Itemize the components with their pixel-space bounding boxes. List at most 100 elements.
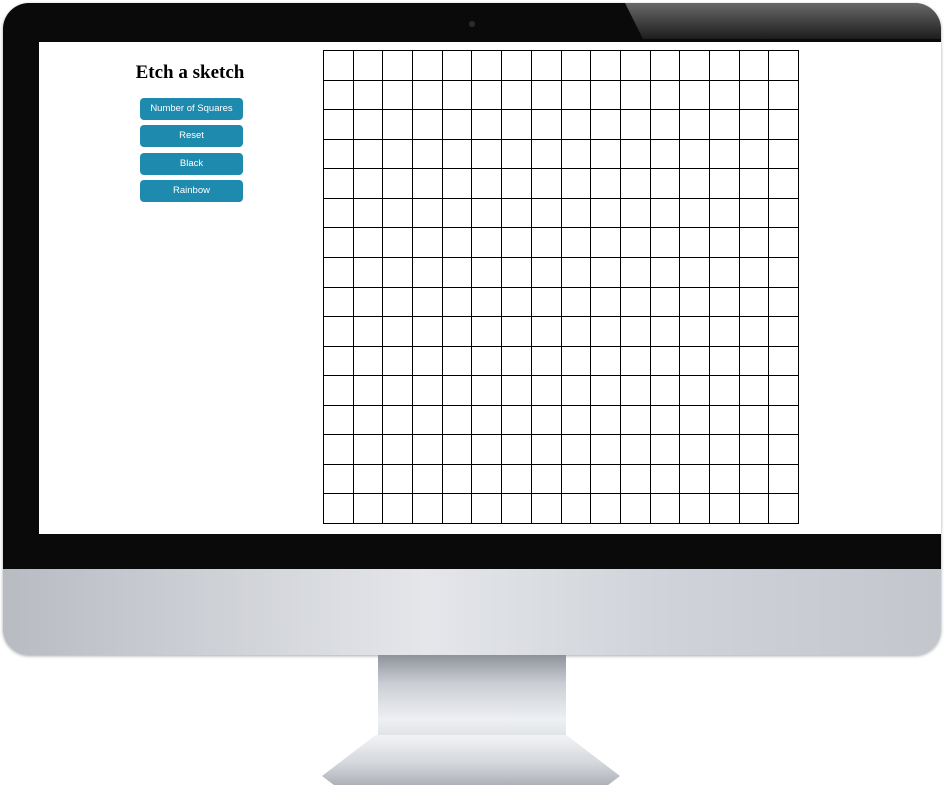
grid-cell[interactable] — [680, 464, 710, 495]
grid-cell[interactable] — [442, 464, 473, 495]
grid-cell[interactable] — [650, 228, 681, 258]
grid-cell[interactable] — [561, 376, 592, 406]
grid-cell[interactable] — [680, 287, 710, 318]
grid-cell[interactable] — [472, 257, 503, 288]
grid-cell[interactable] — [502, 51, 532, 81]
grid-cell[interactable] — [383, 464, 414, 495]
grid-cell[interactable] — [324, 169, 354, 199]
grid-cell[interactable] — [620, 80, 651, 111]
grid-cell[interactable] — [591, 257, 621, 288]
grid-cell[interactable] — [442, 405, 473, 436]
grid-cell[interactable] — [442, 317, 473, 347]
grid-cell[interactable] — [442, 346, 473, 377]
grid-cell[interactable] — [561, 80, 592, 111]
grid-cell[interactable] — [680, 51, 710, 81]
grid-cell[interactable] — [620, 110, 651, 140]
grid-cell[interactable] — [709, 376, 740, 406]
grid-cell[interactable] — [383, 346, 414, 377]
grid-cell[interactable] — [680, 80, 710, 111]
grid-cell[interactable] — [680, 139, 710, 170]
grid-cell[interactable] — [413, 405, 443, 436]
grid-cell[interactable] — [709, 494, 740, 524]
grid-cell[interactable] — [383, 51, 414, 81]
grid-cell[interactable] — [502, 317, 532, 347]
grid-cell[interactable] — [472, 464, 503, 495]
grid-cell[interactable] — [769, 198, 799, 229]
grid-cell[interactable] — [531, 257, 562, 288]
grid-cell[interactable] — [739, 494, 770, 524]
grid-cell[interactable] — [620, 346, 651, 377]
grid-cell[interactable] — [531, 405, 562, 436]
grid-cell[interactable] — [739, 198, 770, 229]
grid-cell[interactable] — [353, 435, 384, 465]
grid-cell[interactable] — [531, 80, 562, 111]
grid-cell[interactable] — [472, 228, 503, 258]
grid-cell[interactable] — [531, 169, 562, 199]
grid-cell[interactable] — [561, 198, 592, 229]
grid-cell[interactable] — [739, 405, 770, 436]
grid-cell[interactable] — [324, 405, 354, 436]
grid-cell[interactable] — [531, 228, 562, 258]
grid-cell[interactable] — [650, 376, 681, 406]
grid-cell[interactable] — [383, 169, 414, 199]
grid-cell[interactable] — [324, 257, 354, 288]
grid-cell[interactable] — [680, 169, 710, 199]
grid-cell[interactable] — [353, 317, 384, 347]
grid-cell[interactable] — [769, 435, 799, 465]
grid-cell[interactable] — [709, 228, 740, 258]
grid-cell[interactable] — [561, 494, 592, 524]
grid-cell[interactable] — [769, 287, 799, 318]
grid-cell[interactable] — [709, 257, 740, 288]
grid-cell[interactable] — [502, 257, 532, 288]
grid-cell[interactable] — [353, 110, 384, 140]
grid-cell[interactable] — [531, 464, 562, 495]
grid-cell[interactable] — [413, 376, 443, 406]
grid-cell[interactable] — [769, 51, 799, 81]
grid-cell[interactable] — [324, 51, 354, 81]
grid-cell[interactable] — [709, 464, 740, 495]
grid-cell[interactable] — [769, 405, 799, 436]
grid-cell[interactable] — [531, 435, 562, 465]
grid-cell[interactable] — [620, 405, 651, 436]
grid-cell[interactable] — [413, 287, 443, 318]
grid-cell[interactable] — [769, 228, 799, 258]
grid-cell[interactable] — [650, 51, 681, 81]
grid-cell[interactable] — [413, 80, 443, 111]
grid-cell[interactable] — [591, 317, 621, 347]
grid-cell[interactable] — [650, 287, 681, 318]
grid-cell[interactable] — [353, 464, 384, 495]
grid-cell[interactable] — [531, 51, 562, 81]
grid-cell[interactable] — [591, 464, 621, 495]
grid-cell[interactable] — [739, 346, 770, 377]
grid-cell[interactable] — [561, 287, 592, 318]
grid-cell[interactable] — [620, 435, 651, 465]
grid-cell[interactable] — [324, 198, 354, 229]
grid-cell[interactable] — [739, 228, 770, 258]
grid-cell[interactable] — [591, 228, 621, 258]
grid-cell[interactable] — [442, 257, 473, 288]
grid-cell[interactable] — [620, 287, 651, 318]
grid-cell[interactable] — [561, 405, 592, 436]
grid-cell[interactable] — [561, 51, 592, 81]
grid-cell[interactable] — [620, 169, 651, 199]
grid-cell[interactable] — [620, 198, 651, 229]
grid-cell[interactable] — [769, 346, 799, 377]
grid-cell[interactable] — [680, 435, 710, 465]
grid-cell[interactable] — [739, 435, 770, 465]
grid-cell[interactable] — [442, 287, 473, 318]
grid-cell[interactable] — [472, 405, 503, 436]
grid-cell[interactable] — [561, 228, 592, 258]
grid-cell[interactable] — [324, 110, 354, 140]
grid-cell[interactable] — [650, 317, 681, 347]
grid-cell[interactable] — [620, 494, 651, 524]
grid-cell[interactable] — [324, 287, 354, 318]
grid-cell[interactable] — [353, 228, 384, 258]
grid-cell[interactable] — [502, 287, 532, 318]
grid-cell[interactable] — [650, 464, 681, 495]
grid-cell[interactable] — [353, 376, 384, 406]
grid-cell[interactable] — [383, 80, 414, 111]
grid-cell[interactable] — [650, 494, 681, 524]
grid-cell[interactable] — [383, 435, 414, 465]
grid-cell[interactable] — [502, 464, 532, 495]
grid-cell[interactable] — [442, 228, 473, 258]
